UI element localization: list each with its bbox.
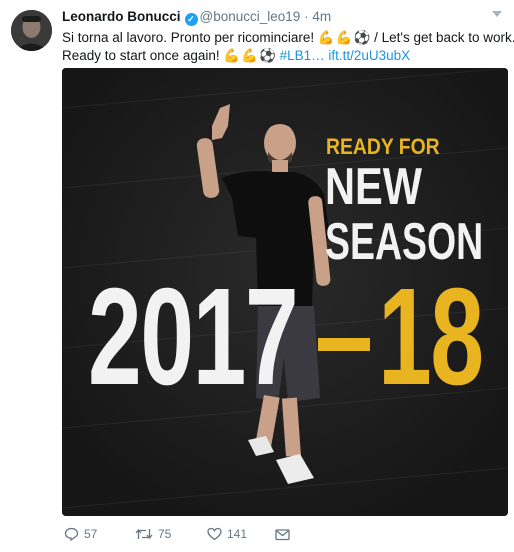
verified-badge-icon: ✓	[184, 13, 198, 26]
season-end-year: 18	[378, 260, 484, 414]
like-count: 141	[227, 527, 248, 541]
reply-icon	[64, 527, 79, 541]
season-start-year: 2017	[88, 260, 299, 414]
retweet-button[interactable]: 75	[135, 526, 171, 542]
tweet-text-ready: Ready to start once again!	[62, 48, 220, 63]
direct-message-button[interactable]	[275, 526, 290, 542]
tweet-text-english: / Let's get back to work.	[374, 30, 514, 45]
retweet-icon	[135, 528, 153, 540]
flexed-biceps-emoji: 💪💪	[317, 30, 354, 45]
tweet-timestamp[interactable]: 4m	[312, 9, 331, 24]
flexed-biceps-emoji: 💪💪	[223, 48, 259, 63]
meta-separator: ·	[304, 9, 309, 24]
tweet-header: Leonardo Bonucci ✓ @bonucci_leo19 · 4m	[62, 9, 331, 26]
soccer-ball-emoji: ⚽	[353, 30, 371, 45]
author-name[interactable]: Leonardo Bonucci	[62, 9, 181, 24]
direct-message-icon	[275, 528, 290, 540]
season-dash	[318, 338, 370, 351]
tweet-text: Si torna al lavoro. Pronto per ricominci…	[62, 29, 514, 65]
like-icon	[207, 527, 222, 541]
avatar-photo	[11, 10, 52, 51]
author-handle[interactable]: @bonucci_leo19	[200, 9, 301, 24]
new-text: NEW	[325, 158, 423, 216]
tweet-text-line-1: Si torna al lavoro. Pronto per ricominci…	[62, 29, 514, 47]
external-link[interactable]: ift.tt/2uU3ubX	[328, 48, 410, 63]
retweet-count: 75	[158, 527, 172, 541]
reply-count: 57	[84, 527, 98, 541]
reply-button[interactable]: 57	[64, 526, 97, 542]
tweet-text-line-2: Ready to start once again! 💪💪⚽ #LB1… ift…	[62, 47, 502, 65]
hashtag-link[interactable]: #LB1…	[280, 48, 325, 63]
tweet[interactable]: Leonardo Bonucci ✓ @bonucci_leo19 · 4m Si …	[0, 0, 514, 552]
tweet-text-italian: Si torna al lavoro. Pronto per ricominci…	[62, 30, 315, 45]
caret-down-icon[interactable]	[492, 11, 502, 17]
avatar[interactable]	[11, 10, 52, 51]
like-button[interactable]: 141	[207, 526, 247, 542]
soccer-ball-emoji: ⚽	[259, 48, 276, 63]
media-image[interactable]: READY FOR NEW SEASON 2017 18	[62, 68, 508, 516]
